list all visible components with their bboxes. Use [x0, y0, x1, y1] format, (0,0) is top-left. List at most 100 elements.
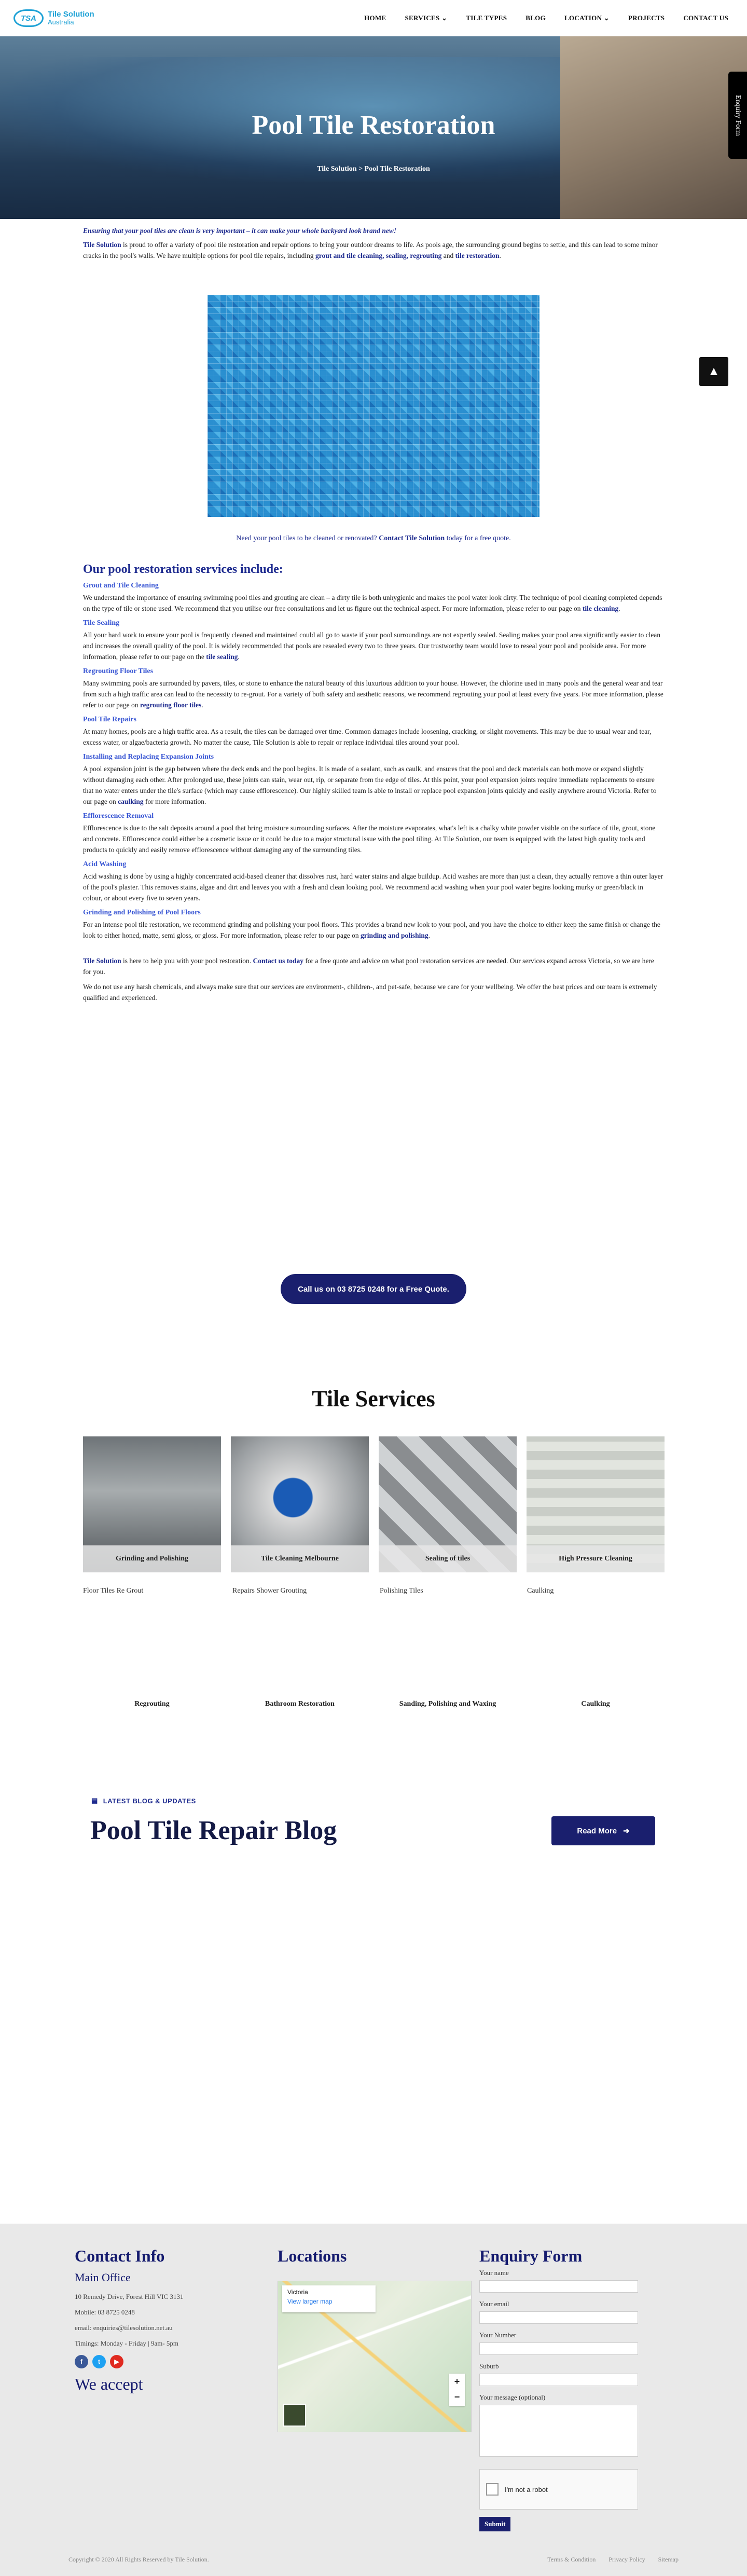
privacy-link[interactable]: Privacy Policy [608, 2556, 645, 2563]
link-grout-tile-cleaning[interactable]: grout and tile cleaning, sealing, regrou… [315, 252, 441, 259]
message-label: Your message (optional) [479, 2393, 546, 2401]
number-input[interactable] [479, 2342, 638, 2355]
service-card-label: Sealing of tiles [379, 1545, 517, 1572]
submit-button[interactable]: Submit [479, 2517, 511, 2531]
service-item[interactable]: Regrouting [83, 1700, 221, 1708]
view-larger-map-link[interactable]: View larger map [287, 2298, 370, 2305]
youtube-icon[interactable]: ▶ [110, 2355, 123, 2368]
service-title: Efflorescence Removal [83, 812, 154, 820]
service-link[interactable]: regrouting floor tiles [140, 701, 202, 709]
service-title: Regrouting Floor Tiles [83, 667, 154, 675]
service-link[interactable]: grinding and polishing [361, 931, 428, 939]
contact-link[interactable]: Contact Tile Solution [379, 535, 445, 542]
mobile[interactable]: Mobile: 03 8725 0248 [75, 2308, 230, 2317]
service-link[interactable]: Caulking [527, 1587, 554, 1595]
service-link[interactable]: Polishing Tiles [380, 1587, 423, 1595]
service-item[interactable]: Caulking [527, 1700, 665, 1708]
message-textarea[interactable] [479, 2405, 638, 2457]
locations-map[interactable]: Victoria View larger map + − [278, 2281, 472, 2432]
read-more-button[interactable]: Read More ➜ [551, 1816, 655, 1845]
nav-contact-us[interactable]: CONTACT US [674, 14, 738, 22]
map-title: Victoria [287, 2289, 308, 2296]
email-input[interactable] [479, 2311, 638, 2324]
service-description: Acid washing is done by using a highly c… [83, 871, 664, 903]
intro-cta: Need your pool tiles to be cleaned or re… [0, 535, 747, 543]
intro-section: Ensuring that your pool tiles are clean … [83, 225, 664, 261]
service-card-cleaning[interactable]: Tile Cleaning Melbourne [231, 1436, 369, 1572]
service-title: Pool Tile Repairs [83, 716, 136, 723]
recaptcha[interactable]: I'm not a robot [479, 2469, 638, 2510]
nav-blog[interactable]: BLOG [516, 14, 555, 22]
service-item[interactable]: Sanding, Polishing and Waxing [379, 1700, 517, 1708]
breadcrumb[interactable]: Tile Solution > Pool Tile Restoration [0, 165, 747, 173]
footer: Contact Info Main Office 10 Remedy Drive… [0, 2224, 747, 2576]
services-list: Grout and Tile Cleaning We understand the… [83, 582, 664, 941]
service-card-pressure[interactable]: High Pressure Cleaning [527, 1436, 665, 1572]
email[interactable]: email: enquiries@tilesolution.net.au [75, 2324, 230, 2332]
contact-info-column: Contact Info Main Office 10 Remedy Drive… [75, 2246, 230, 2394]
service-title: Tile Sealing [83, 619, 120, 627]
service-link[interactable]: tile sealing [206, 653, 238, 661]
service-link[interactable]: Floor Tiles Re Grout [83, 1587, 143, 1595]
map-info-box: Victoria View larger map [282, 2285, 376, 2312]
service-card-label: Tile Cleaning Melbourne [231, 1545, 369, 1572]
zoom-out-icon[interactable]: − [454, 2392, 460, 2402]
name-input[interactable] [479, 2280, 638, 2293]
terms-link[interactable]: Terms & Condition [547, 2556, 596, 2563]
services-heading: Our pool restoration services include: [83, 563, 283, 576]
service-card-label: High Pressure Cleaning [527, 1545, 665, 1572]
services-section: Our pool restoration services include: G… [83, 563, 664, 1005]
service-text: Acid washing is done by using a highly c… [83, 872, 663, 902]
service-end: . [201, 701, 203, 709]
nav-location[interactable]: LOCATION ⌄ [555, 14, 619, 22]
service-card-sealing[interactable]: Sealing of tiles [379, 1436, 517, 1572]
blog-tag-label: LATEST BLOG & UPDATES [103, 1797, 196, 1805]
link-tile-restoration[interactable]: tile restoration [455, 252, 500, 259]
site-logo[interactable]: TSA Tile Solution Australia [13, 9, 94, 27]
logo-line-1: Tile Solution [48, 10, 94, 19]
tile-services-heading: Tile Services [312, 1386, 435, 1412]
service-description: A pool expansion joint is the gap betwee… [83, 763, 664, 807]
map-satellite-toggle[interactable] [283, 2404, 306, 2427]
facebook-icon[interactable]: f [75, 2355, 88, 2368]
call-free-quote-button[interactable]: Call us on 03 8725 0248 for a Free Quote… [281, 1274, 466, 1304]
locations-column: Locations [278, 2246, 475, 2266]
nav-home[interactable]: HOME [355, 14, 395, 22]
service-link[interactable]: caulking [118, 798, 144, 805]
captcha-label: I'm not a robot [505, 2485, 548, 2493]
address: 10 Remedy Drive, Forest Hill VIC 3131 [75, 2293, 184, 2300]
suburb-label: Suburb [479, 2362, 499, 2370]
arrow-right-icon: ➜ [623, 1827, 630, 1835]
service-text: Efflorescence is due to the salt deposit… [83, 824, 656, 854]
service-end: . [428, 931, 430, 939]
locations-heading: Locations [278, 2246, 347, 2265]
enquiry-form-tab[interactable]: Enquiry Form [728, 72, 747, 159]
service-item[interactable]: Bathroom Restoration [231, 1700, 369, 1708]
sitemap-link[interactable]: Sitemap [658, 2556, 679, 2563]
top-navbar: TSA Tile Solution Australia HOME SERVICE… [0, 0, 747, 36]
nav-services[interactable]: SERVICES ⌄ [396, 14, 457, 22]
service-description: At many homes, pools are a high traffic … [83, 726, 664, 748]
service-link[interactable]: Repairs Shower Grouting [232, 1587, 307, 1595]
service-card-grinding[interactable]: Grinding and Polishing [83, 1436, 221, 1572]
closing-paragraph-2: We do not use any harsh chemicals, and a… [83, 983, 657, 1002]
nav-projects[interactable]: PROJECTS [619, 14, 674, 22]
brand-name: Tile Solution [83, 241, 121, 249]
scroll-top-button[interactable]: ▲ [699, 357, 728, 386]
captcha-checkbox[interactable] [486, 2483, 499, 2496]
closing-paragraph-1: Tile Solution is here to help you with y… [83, 955, 664, 977]
nav-tile-types[interactable]: TILE TYPES [457, 14, 516, 22]
blog-title: Pool Tile Repair Blog [90, 1816, 337, 1845]
zoom-in-icon[interactable]: + [454, 2376, 460, 2387]
chevron-down-icon: ⌄ [441, 14, 448, 22]
service-link[interactable]: tile cleaning [583, 605, 618, 612]
service-title: Installing and Replacing Expansion Joint… [83, 753, 214, 761]
suburb-input[interactable] [479, 2374, 638, 2386]
footer-links: Terms & Condition Privacy Policy Sitemap [536, 2556, 679, 2564]
nav-services-label: SERVICES [405, 14, 440, 22]
twitter-icon[interactable]: t [92, 2355, 106, 2368]
map-zoom-controls[interactable]: + − [449, 2374, 465, 2406]
contact-us-link[interactable]: Contact us today [253, 957, 304, 965]
service-text: We understand the importance of ensuring… [83, 594, 662, 612]
name-label: Your name [479, 2269, 509, 2277]
